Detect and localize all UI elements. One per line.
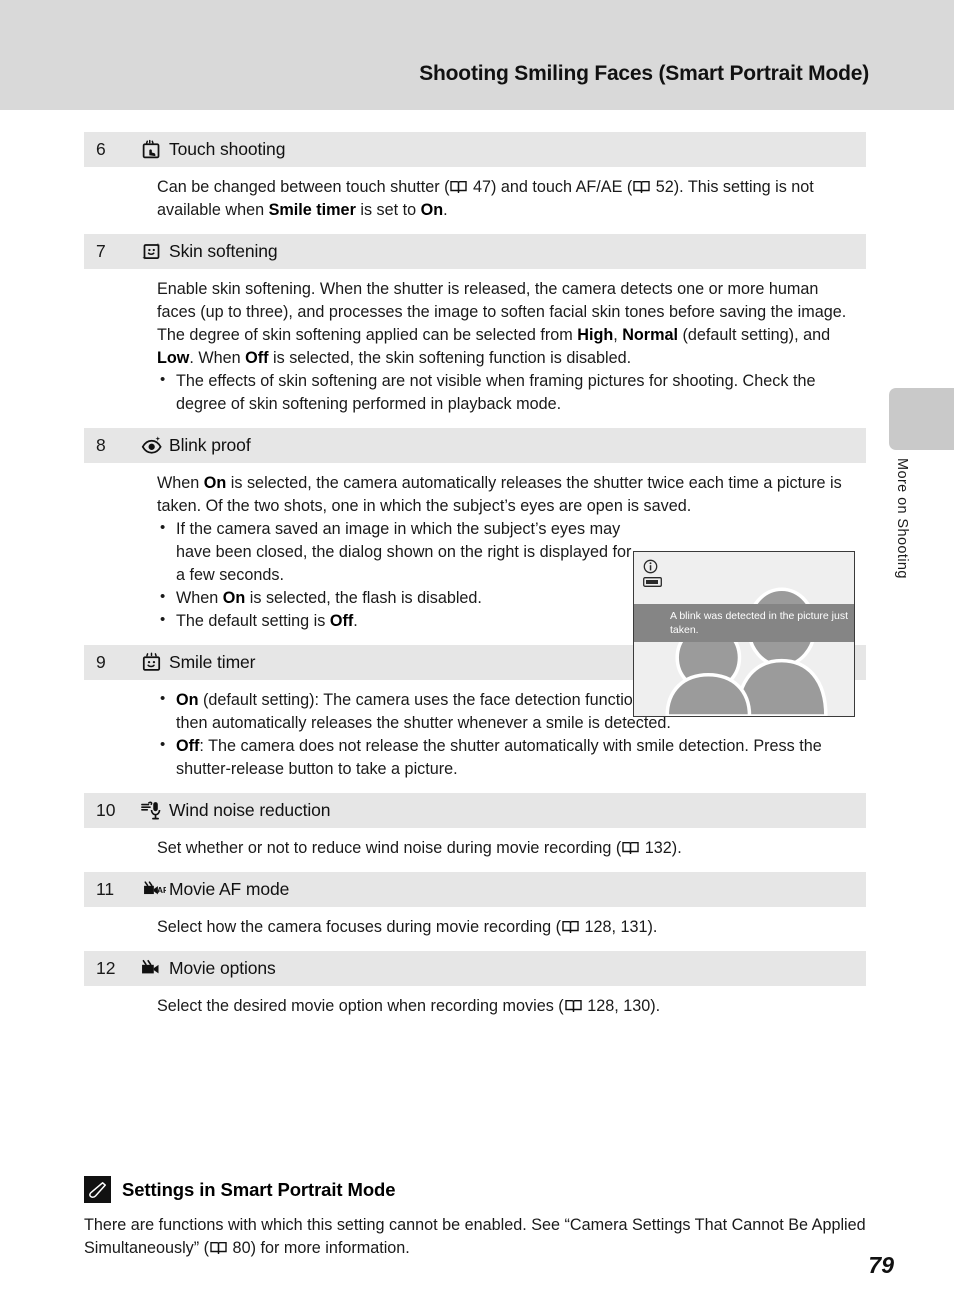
info-icon: [643, 559, 658, 574]
settings-row-header: 6 Touch shooting: [84, 132, 866, 167]
camera-message-banner: A blink was detected in the picture just…: [634, 604, 854, 642]
movie-options-icon: [142, 959, 159, 973]
settings-row-number: 10: [96, 799, 116, 820]
manual-reference-icon: [562, 920, 579, 933]
manual-reference-icon: [565, 999, 582, 1012]
note-body: There are functions with which this sett…: [84, 1216, 866, 1257]
note-header: Settings in Smart Portrait Mode: [84, 1176, 874, 1203]
manual-reference-icon: [210, 1241, 227, 1254]
blink-proof-icon: [141, 435, 162, 454]
list-item: If the camera saved an image in which th…: [157, 517, 636, 587]
settings-row-title: Wind noise reduction: [169, 799, 331, 820]
blink-proof-icon: [141, 435, 169, 456]
settings-row-number: 9: [96, 651, 106, 672]
settings-row-title: Smile timer: [169, 651, 256, 672]
skin-softening-icon: [142, 242, 160, 259]
settings-row-number: 12: [96, 957, 116, 978]
settings-row-header: 11 AFMovie AF mode: [84, 872, 866, 907]
settings-row-title: Touch shooting: [169, 138, 286, 159]
camera-message-text: A blink was detected in the picture just…: [670, 610, 849, 637]
settings-row-number: 7: [96, 240, 106, 261]
settings-row-title: Skin softening: [169, 240, 278, 261]
settings-row-body: Select how the camera focuses during mov…: [84, 907, 866, 951]
movie-af-mode-icon: AF: [141, 879, 169, 900]
smile-timer-icon: [142, 652, 161, 671]
list-item: The effects of skin softening are not vi…: [157, 369, 856, 416]
settings-row-number: 11: [96, 878, 115, 899]
manual-reference-icon: [622, 841, 639, 854]
smile-timer-icon: [141, 652, 169, 673]
page-number: 79: [868, 1252, 894, 1278]
manual-reference-icon: [633, 180, 650, 193]
settings-row-header: 12 Movie options: [84, 951, 866, 986]
wind-noise-reduction-icon: [141, 800, 169, 821]
skin-softening-icon: [141, 241, 169, 262]
settings-row-title: Blink proof: [169, 434, 251, 455]
settings-row-body: Select the desired movie option when rec…: [84, 986, 866, 1030]
chapter-tab-label: More on Shooting: [894, 458, 910, 579]
chapter-thumb-tab: [889, 388, 954, 450]
settings-row-header: 7 Skin softening: [84, 234, 866, 269]
settings-row-body: Set whether or not to reduce wind noise …: [84, 828, 866, 872]
settings-row-number: 8: [96, 434, 106, 455]
page-header-band: [0, 0, 954, 110]
settings-row-number: 6: [96, 138, 106, 159]
settings-row-header: 8 Blink proof: [84, 428, 866, 463]
settings-row-title: Movie AF mode: [169, 878, 290, 899]
movie-options-icon: [141, 958, 169, 979]
page-title: Shooting Smiling Faces (Smart Portrait M…: [419, 62, 869, 85]
camera-screen-illustration: A blink was detected in the picture just…: [633, 551, 855, 717]
settings-row-title: Movie options: [169, 957, 276, 978]
settings-row-header: 10 Wind noise reduction: [84, 793, 866, 828]
settings-row-body: Can be changed between touch shutter ( 4…: [84, 167, 866, 234]
svg-text:AF: AF: [157, 885, 166, 895]
list-item: Off: The camera does not release the shu…: [157, 734, 856, 781]
wind-noise-reduction-icon: [141, 801, 161, 819]
camera-status-icons: [643, 559, 662, 587]
manual-reference-icon: [450, 180, 468, 193]
note-title: Settings in Smart Portrait Mode: [122, 1178, 396, 1200]
movie-af-mode-icon: AF: [144, 880, 166, 895]
pencil-note-icon: [84, 1176, 111, 1203]
touch-shooting-icon: [141, 139, 169, 160]
memory-card-icon: [643, 577, 662, 587]
touch-shooting-icon: [142, 139, 160, 158]
note-section: Settings in Smart Portrait Mode There ar…: [84, 1176, 874, 1260]
settings-row-body: Enable skin softening. When the shutter …: [84, 269, 866, 428]
